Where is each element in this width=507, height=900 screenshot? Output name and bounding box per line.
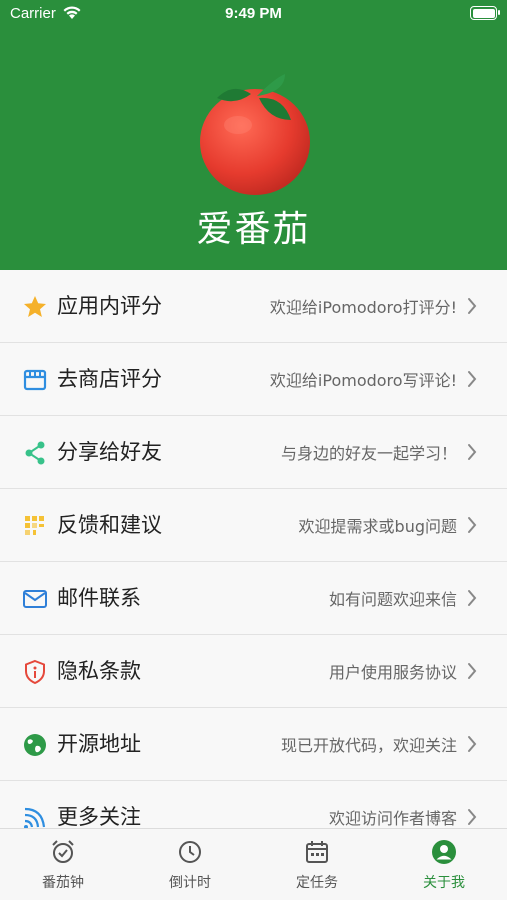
tab-label: 番茄钟 <box>42 875 84 891</box>
chevron-right-icon <box>468 590 477 606</box>
menu-row-store-rating[interactable]: 去商店评分 欢迎给iPomodoro写评论! <box>0 343 507 416</box>
chevron-right-icon <box>468 298 477 314</box>
menu-label: 更多关注 <box>57 805 141 828</box>
clock-time: 9:49 PM <box>225 5 282 22</box>
menu-label: 隐私条款 <box>57 659 141 683</box>
tab-bar: 番茄钟 倒计时 定任务 关于我 <box>0 828 507 900</box>
menu-description: 欢迎访问作者博客 <box>328 809 457 828</box>
chevron-right-icon <box>468 663 477 679</box>
app-title: 爱番茄 <box>196 209 311 250</box>
alarm-clock-icon <box>52 840 74 863</box>
menu-row-privacy[interactable]: 隐私条款 用户使用服务协议 <box>0 635 507 708</box>
menu-row-open-source[interactable]: 开源地址 现已开放代码，欢迎关注 <box>0 708 507 781</box>
tab-label: 关于我 <box>423 875 465 891</box>
status-bar: Carrier 9:49 PM <box>0 0 507 28</box>
tomato-logo-icon <box>200 74 310 195</box>
clock-icon <box>179 841 201 863</box>
menu-description: 用户使用服务协议 <box>328 663 457 682</box>
menu-description: 现已开放代码，欢迎关注 <box>280 736 457 755</box>
tab-label: 定任务 <box>296 875 338 891</box>
privacy-shield-icon <box>25 659 45 685</box>
menu-label: 反馈和建议 <box>57 513 162 537</box>
feedback-icon <box>25 516 44 535</box>
tab-countdown[interactable]: 倒计时 <box>127 829 253 900</box>
tab-about-me[interactable]: 关于我 <box>381 829 507 900</box>
user-circle-icon <box>432 840 456 864</box>
menu-row-more-follow[interactable]: 更多关注 欢迎访问作者博客 <box>0 781 507 828</box>
chevron-right-icon <box>468 809 477 825</box>
menu-label: 邮件联系 <box>57 586 141 610</box>
menu-row-feedback[interactable]: 反馈和建议 欢迎提需求或bug问题 <box>0 489 507 562</box>
calendar-icon <box>306 841 328 863</box>
chevron-right-icon <box>468 444 477 460</box>
menu-description: 与身边的好友一起学习！ <box>280 444 457 463</box>
tab-tasks[interactable]: 定任务 <box>254 829 380 900</box>
chevron-right-icon <box>468 736 477 752</box>
chevron-right-icon <box>468 517 477 533</box>
menu-label: 开源地址 <box>57 732 141 756</box>
battery-icon <box>470 6 500 20</box>
menu-label: 分享给好友 <box>57 440 162 464</box>
menu-row-email[interactable]: 邮件联系 如有问题欢迎来信 <box>0 562 507 635</box>
rss-icon <box>24 807 46 828</box>
share-icon <box>25 441 45 465</box>
menu-description: 如有问题欢迎来信 <box>328 590 457 609</box>
menu-description: 欢迎提需求或bug问题 <box>298 517 457 536</box>
menu-description: 欢迎给iPomodoro打评分! <box>269 298 457 317</box>
chevron-right-icon <box>468 371 477 387</box>
store-icon <box>23 369 47 391</box>
menu-row-share[interactable]: 分享给好友 与身边的好友一起学习！ <box>0 416 507 489</box>
menu-label: 应用内评分 <box>57 294 162 318</box>
menu-row-in-app-rating[interactable]: 应用内评分 欢迎给iPomodoro打评分! <box>0 270 507 343</box>
globe-icon <box>24 734 46 756</box>
header: Carrier 9:49 PM 爱番茄 <box>0 0 507 270</box>
tab-label: 倒计时 <box>169 875 211 891</box>
star-icon <box>24 296 46 317</box>
mail-icon <box>23 590 47 608</box>
menu-description: 欢迎给iPomodoro写评论! <box>269 371 457 390</box>
settings-list: 应用内评分 欢迎给iPomodoro打评分! 去商店评分 欢迎给iPomodor… <box>0 270 507 828</box>
menu-label: 去商店评分 <box>57 367 162 391</box>
tab-pomodoro[interactable]: 番茄钟 <box>0 829 126 900</box>
